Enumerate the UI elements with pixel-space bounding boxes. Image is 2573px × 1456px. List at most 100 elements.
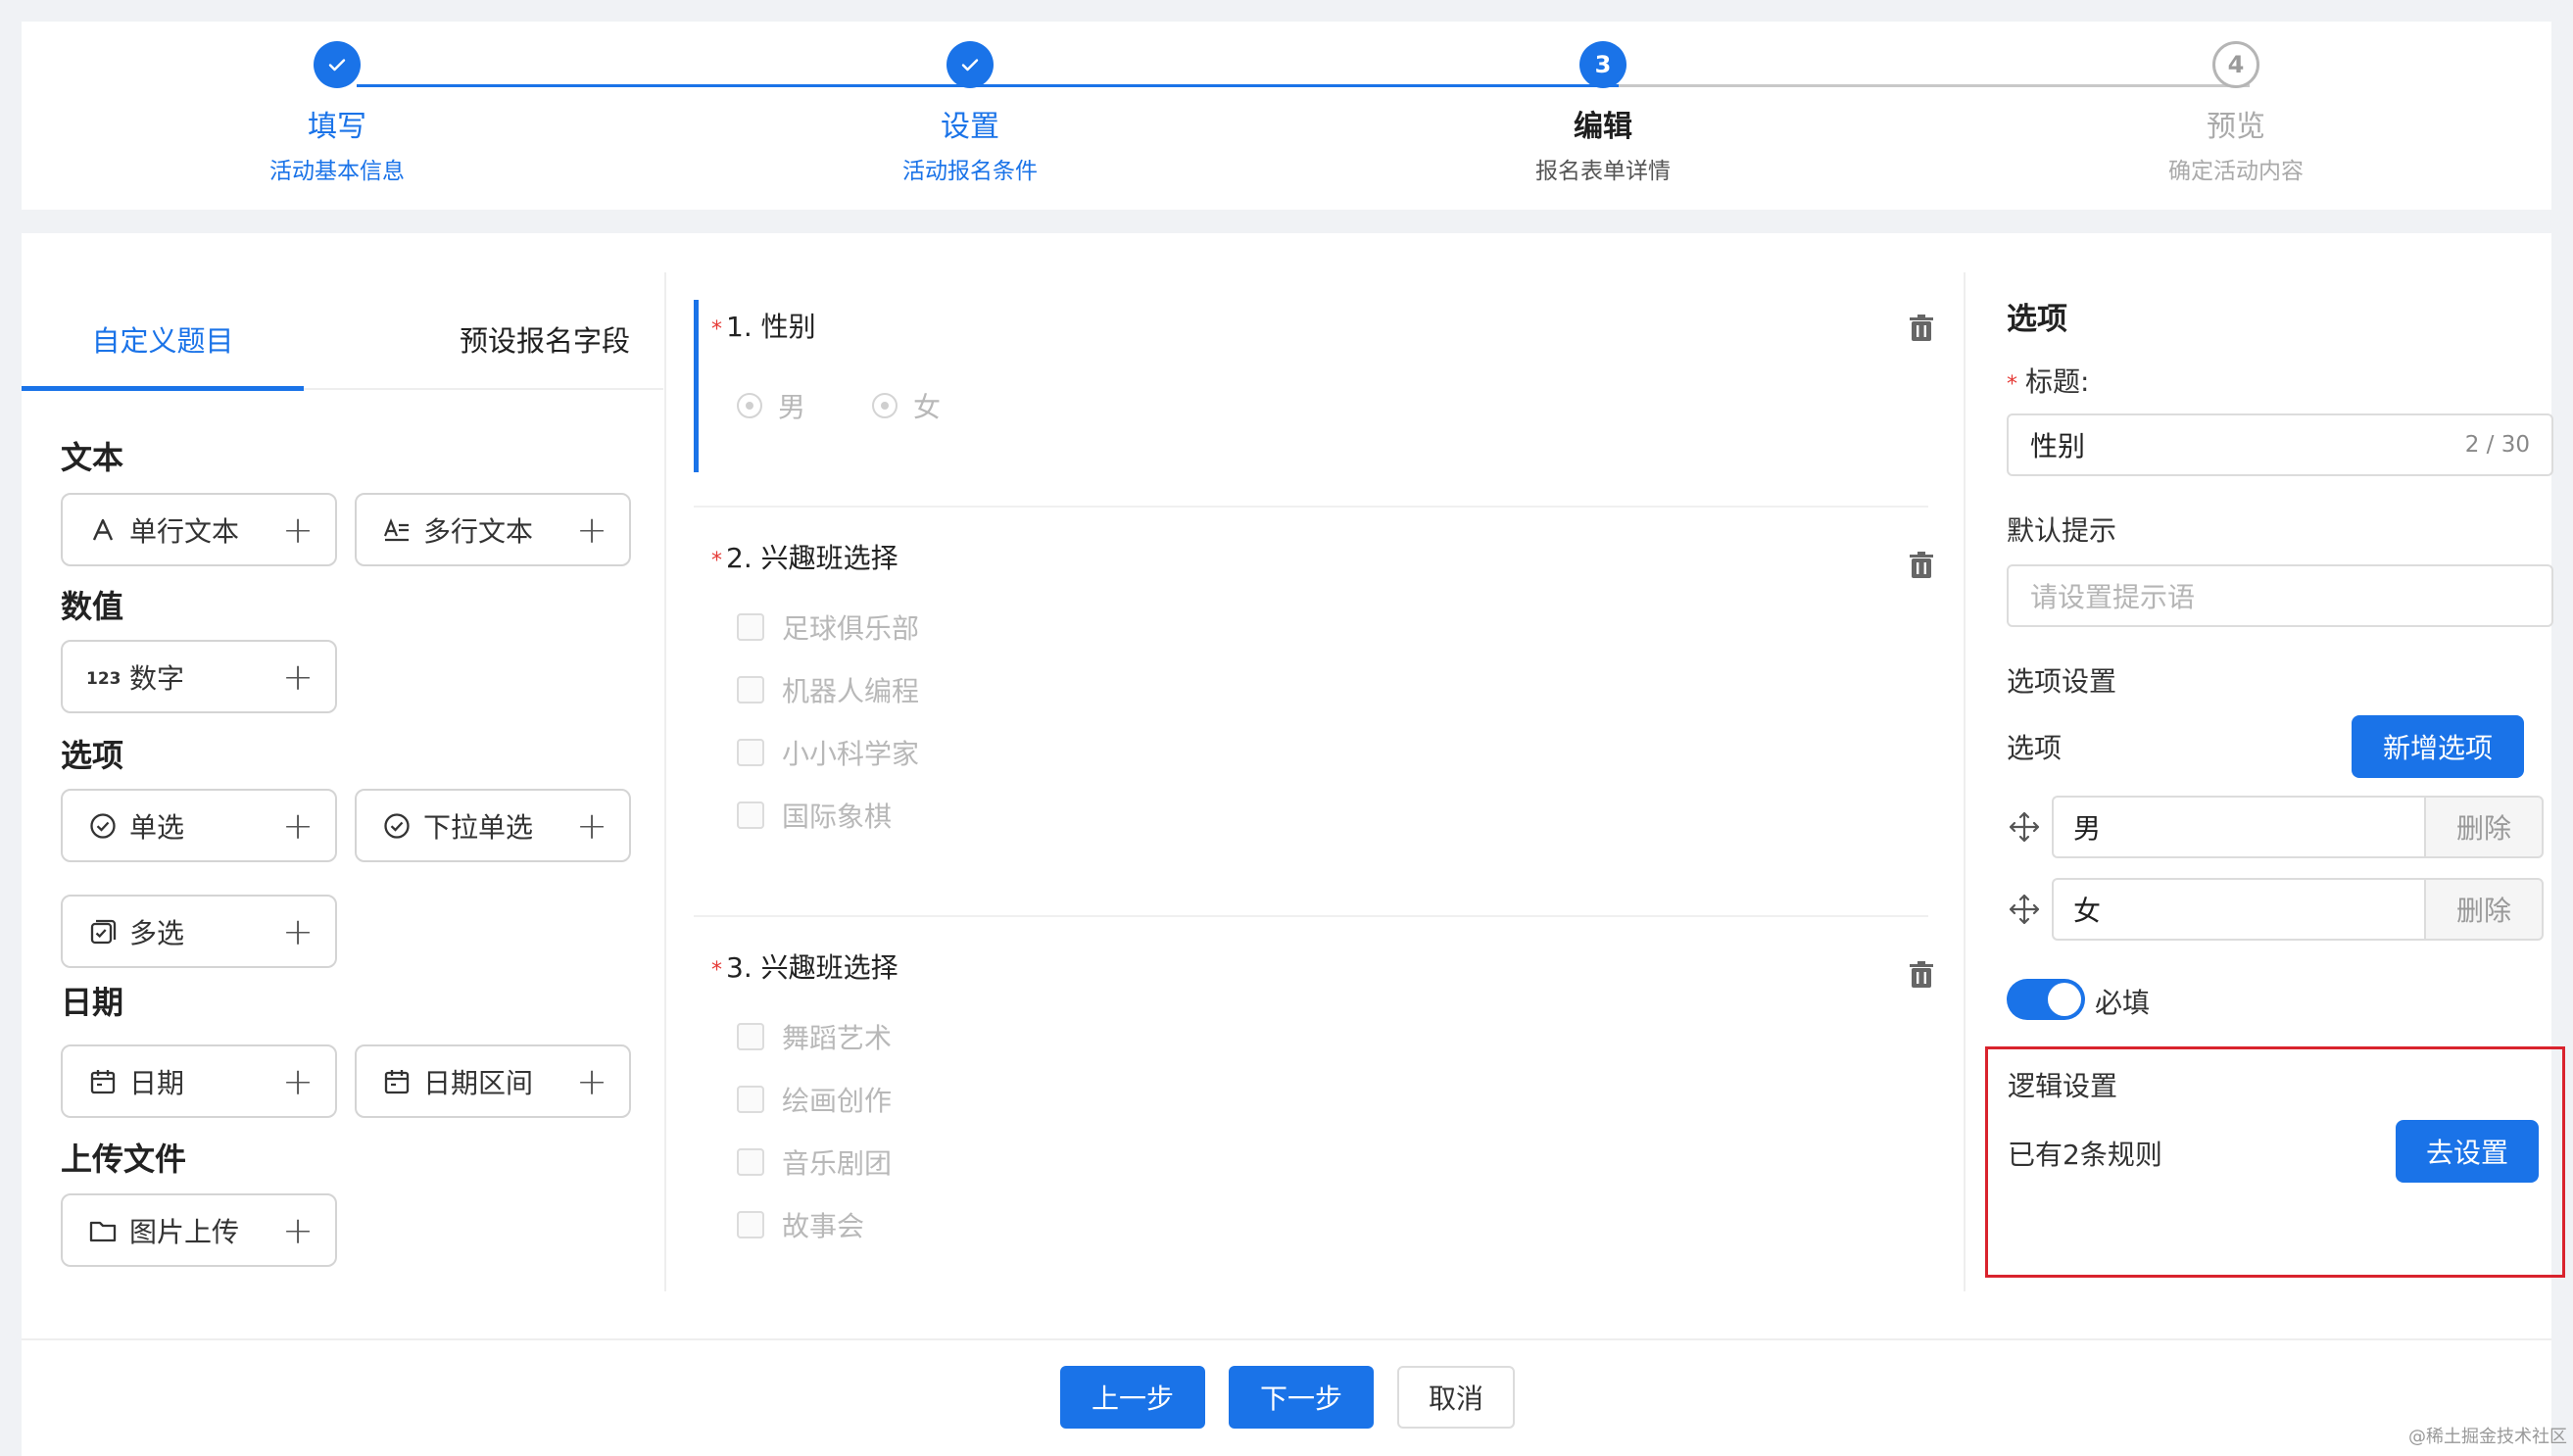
field-label: 多选 bbox=[129, 916, 185, 949]
plus-icon: + bbox=[282, 1059, 314, 1103]
field-label: 数字 bbox=[129, 661, 185, 695]
option-label: 音乐剧团 bbox=[782, 1147, 893, 1180]
add-multi-text-button[interactable]: 多行文本 + bbox=[355, 493, 631, 566]
property-panel: 选项 * 标题: 性别 2 / 30 默认提示 请设置提示语 选项设置 选项 新增… bbox=[1985, 233, 2565, 1311]
option-label: 男 bbox=[778, 391, 806, 423]
step-number: 4 bbox=[2212, 41, 2259, 88]
steps-bar: 填写 活动基本信息 设置 活动报名条件 3 编辑 报名表单详情 4 预览 确定活… bbox=[22, 22, 2551, 210]
go-setup-button[interactable]: 去设置 bbox=[2396, 1120, 2539, 1183]
tab-custom-questions[interactable]: 自定义题目 bbox=[22, 292, 304, 390]
calendar-icon bbox=[86, 1065, 120, 1098]
delete-option-button[interactable]: 删除 bbox=[2424, 796, 2544, 858]
step-edit[interactable]: 3 编辑 报名表单详情 bbox=[1456, 41, 1750, 186]
palette-tabs: 自定义题目 预设报名字段 bbox=[22, 292, 663, 391]
group-title-text: 文本 bbox=[61, 439, 124, 476]
options-setting-label: 选项设置 bbox=[2007, 665, 2117, 698]
next-step-button[interactable]: 下一步 bbox=[1229, 1366, 1374, 1429]
delete-option-button[interactable]: 删除 bbox=[2424, 878, 2544, 941]
plus-icon: + bbox=[576, 508, 607, 552]
step-preview[interactable]: 4 预览 确定活动内容 bbox=[2089, 41, 2383, 186]
add-image-upload-button[interactable]: 图片上传 + bbox=[61, 1193, 337, 1267]
add-radio-button[interactable]: 单选 + bbox=[61, 789, 337, 862]
title-input[interactable]: 性别 2 / 30 bbox=[2007, 413, 2553, 476]
trash-icon[interactable] bbox=[1909, 960, 1938, 990]
calendar-icon bbox=[380, 1065, 413, 1098]
step-desc: 确定活动内容 bbox=[2168, 159, 2304, 184]
question-title-text: 2. 兴趣班选择 bbox=[726, 542, 898, 574]
drag-handle-icon[interactable] bbox=[2007, 892, 2042, 927]
folder-icon bbox=[86, 1214, 120, 1247]
text-lines-icon bbox=[380, 513, 413, 547]
step-title: 设置 bbox=[941, 110, 999, 144]
add-date-button[interactable]: 日期 + bbox=[61, 1044, 337, 1118]
form-editor: 自定义题目 预设报名字段 文本 单行文本 + 多行文本 + 数值 123 数字 … bbox=[22, 233, 2565, 1456]
hint-label: 默认提示 bbox=[2007, 514, 2117, 547]
checkbox-square bbox=[737, 613, 764, 641]
field-label: 单选 bbox=[129, 810, 185, 844]
add-date-range-button[interactable]: 日期区间 + bbox=[355, 1044, 631, 1118]
field-label: 单行文本 bbox=[129, 514, 240, 548]
step-number: 3 bbox=[1579, 41, 1626, 88]
option-label: 国际象棋 bbox=[782, 801, 893, 833]
watermark: @稀土掘金技术社区 bbox=[2408, 1427, 2567, 1447]
trash-icon[interactable] bbox=[1909, 314, 1938, 343]
question-separator bbox=[694, 915, 1928, 917]
step-title: 预览 bbox=[2207, 110, 2265, 144]
option-input[interactable]: 男 bbox=[2052, 796, 2424, 858]
cancel-button[interactable]: 取消 bbox=[1397, 1366, 1515, 1429]
option-row: 男 删除 bbox=[2007, 796, 2553, 858]
step-settings[interactable]: 设置 活动报名条件 bbox=[823, 41, 1117, 186]
add-number-button[interactable]: 123 数字 + bbox=[61, 640, 337, 713]
prev-step-button[interactable]: 上一步 bbox=[1060, 1366, 1205, 1429]
number-123-icon: 123 bbox=[86, 660, 120, 694]
radio-circle bbox=[737, 393, 762, 418]
checkbox-option: 舞蹈艺术 bbox=[737, 1017, 892, 1056]
question-title: * 1. 性别 bbox=[711, 306, 816, 345]
question-card[interactable]: * 3. 兴趣班选择 舞蹈艺术 绘画创作 音乐剧团 故事会 bbox=[694, 946, 1958, 1270]
trash-icon[interactable] bbox=[1909, 551, 1938, 580]
checkbox-square bbox=[737, 1148, 764, 1176]
field-label: 多行文本 bbox=[423, 514, 534, 548]
logic-status: 已有2条规则 bbox=[2008, 1139, 2162, 1171]
svg-text:123: 123 bbox=[86, 669, 120, 689]
font-a-icon bbox=[86, 513, 120, 547]
required-mark: * bbox=[711, 958, 722, 983]
required-mark: * bbox=[711, 549, 722, 573]
section-title: 选项 bbox=[2007, 302, 2067, 337]
step-title: 填写 bbox=[308, 110, 366, 144]
option-input[interactable]: 女 bbox=[2052, 878, 2424, 941]
checkbox-square bbox=[737, 676, 764, 704]
footer-divider bbox=[22, 1338, 2551, 1340]
tab-preset-fields[interactable]: 预设报名字段 bbox=[392, 292, 698, 390]
checkbox-option: 足球俱乐部 bbox=[737, 607, 919, 647]
hint-input[interactable]: 请设置提示语 bbox=[2007, 564, 2553, 627]
question-separator bbox=[694, 506, 1928, 508]
title-label: * 标题: bbox=[2007, 361, 2089, 400]
question-card[interactable]: * 2. 兴趣班选择 足球俱乐部 机器人编程 小小科学家 国际象棋 bbox=[694, 537, 1958, 860]
multi-check-icon bbox=[86, 915, 120, 948]
option-label: 小小科学家 bbox=[782, 738, 920, 770]
add-option-button[interactable]: 新增选项 bbox=[2352, 715, 2524, 778]
step-title: 编辑 bbox=[1574, 110, 1632, 144]
step-desc: 活动报名条件 bbox=[902, 159, 1038, 184]
panel-divider bbox=[664, 272, 666, 1291]
group-title-upload: 上传文件 bbox=[61, 1141, 187, 1178]
drag-handle-icon[interactable] bbox=[2007, 809, 2042, 845]
required-mark: * bbox=[2007, 372, 2017, 397]
panel-divider bbox=[1964, 272, 1966, 1291]
step-fill[interactable]: 填写 活动基本信息 bbox=[190, 41, 484, 186]
checkbox-square bbox=[737, 739, 764, 766]
logic-title: 逻辑设置 bbox=[2008, 1070, 2118, 1102]
question-title: * 3. 兴趣班选择 bbox=[711, 946, 898, 986]
selected-indicator bbox=[694, 300, 699, 472]
checkbox-option: 机器人编程 bbox=[737, 670, 919, 709]
check-circle-icon bbox=[380, 809, 413, 843]
add-checkbox-button[interactable]: 多选 + bbox=[61, 895, 337, 968]
checkbox-option: 国际象棋 bbox=[737, 796, 892, 835]
add-single-text-button[interactable]: 单行文本 + bbox=[61, 493, 337, 566]
question-card-selected[interactable]: * 1. 性别 男 女 bbox=[694, 300, 1958, 472]
add-dropdown-button[interactable]: 下拉单选 + bbox=[355, 789, 631, 862]
required-toggle[interactable] bbox=[2007, 979, 2085, 1020]
field-label: 图片上传 bbox=[129, 1215, 240, 1248]
checkbox-square bbox=[737, 1211, 764, 1238]
